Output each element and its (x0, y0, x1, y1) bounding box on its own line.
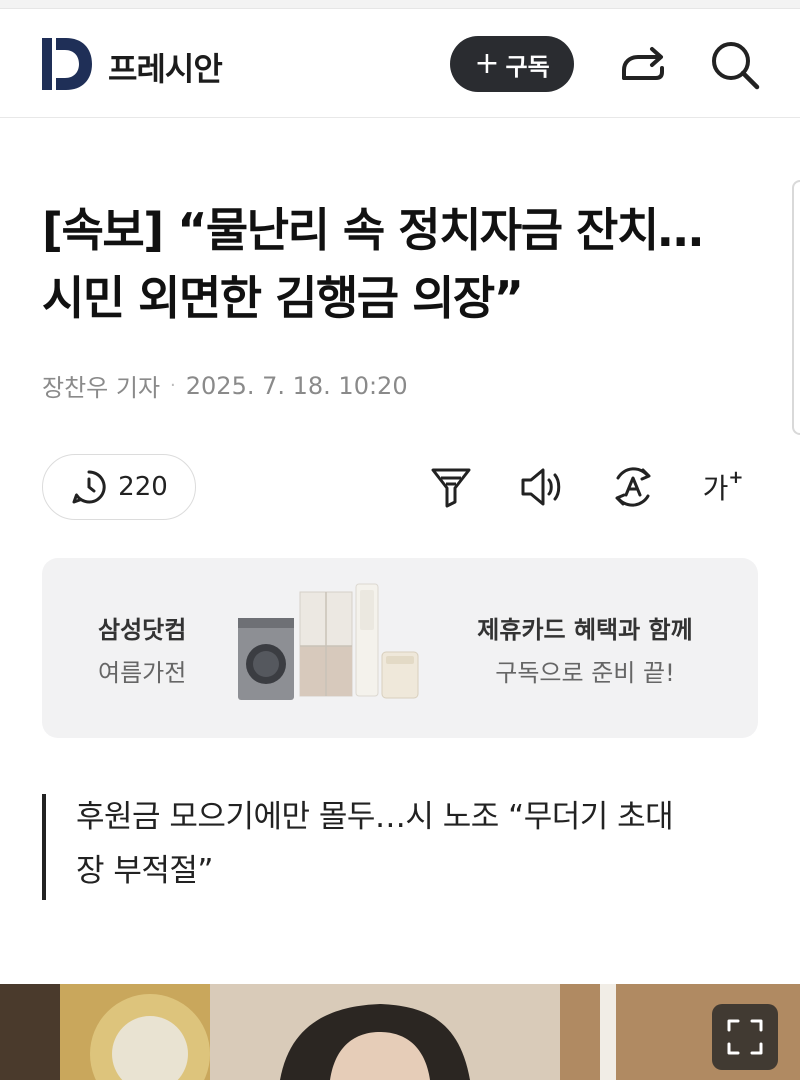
plus-icon: + (474, 46, 500, 81)
translate-icon (615, 467, 651, 507)
article-subheadline: 후원금 모으기에만 몰두…시 노조 “무더기 초대 장 부적절” (76, 790, 766, 898)
headline-line-2: 시민 외면한 김행금 의장” (42, 271, 524, 325)
comment-count: 220 (118, 472, 168, 502)
status-bar-strip (0, 0, 800, 9)
font-size-plus: + (728, 466, 744, 488)
publish-timestamp: 2025. 7. 18. 10:20 (185, 371, 408, 400)
comment-clock-icon (72, 470, 106, 504)
expand-image-button[interactable] (712, 1004, 778, 1070)
translate-button[interactable] (606, 460, 660, 514)
subheadline-line-2: 장 부적절” (76, 853, 214, 889)
ad-left-text: 삼성닷컴 여름가전 (98, 610, 186, 688)
article-photo[interactable] (0, 984, 800, 1080)
ad-products-image (238, 583, 419, 700)
expand-icon (727, 1019, 763, 1055)
scroll-indicator[interactable] (792, 180, 800, 435)
subheadline-bar (42, 794, 46, 900)
ad-banner[interactable]: 삼성닷컴 여름가전 제휴카드 혜택과 함께 구독으로 준비 끝! (42, 558, 758, 738)
font-size-glyph: 가 (702, 472, 729, 505)
font-size-button[interactable]: 가 + (696, 460, 750, 514)
site-logo[interactable] (42, 38, 92, 90)
article-headline: [속보] “물난리 속 정치자금 잔치… 시민 외면한 김행금 의장” (42, 196, 772, 332)
author-name[interactable]: 장찬우 기자 (42, 368, 160, 403)
ad-left-title: 삼성닷컴 (98, 616, 187, 644)
article-byline: 장찬우 기자 · 2025. 7. 18. 10:20 (42, 368, 408, 403)
ad-right-subtitle: 구독으로 준비 끝! (495, 659, 675, 687)
speaker-icon (521, 468, 561, 506)
comment-button[interactable]: 220 (42, 454, 196, 520)
subscribe-button[interactable]: + 구독 (450, 36, 574, 92)
ad-right-text: 제휴카드 혜택과 함께 구독으로 준비 끝! (470, 610, 700, 688)
headline-line-1: [속보] “물난리 속 정치자금 잔치… (42, 203, 704, 257)
funnel-icon (431, 468, 471, 508)
byline-separator: · (170, 375, 176, 396)
search-icon[interactable] (708, 38, 762, 92)
filter-button[interactable] (424, 460, 478, 514)
subscribe-label: 구독 (505, 52, 550, 81)
brand-name[interactable]: 프레시안 (108, 44, 223, 90)
subheadline-line-1: 후원금 모으기에만 몰두…시 노조 “무더기 초대 (76, 799, 674, 835)
share-arrow-icon[interactable] (618, 40, 670, 90)
ad-right-title: 제휴카드 혜택과 함께 (477, 616, 693, 644)
site-header: 프레시안 + 구독 (0, 10, 800, 118)
ad-left-subtitle: 여름가전 (98, 659, 187, 687)
listen-button[interactable] (514, 460, 568, 514)
